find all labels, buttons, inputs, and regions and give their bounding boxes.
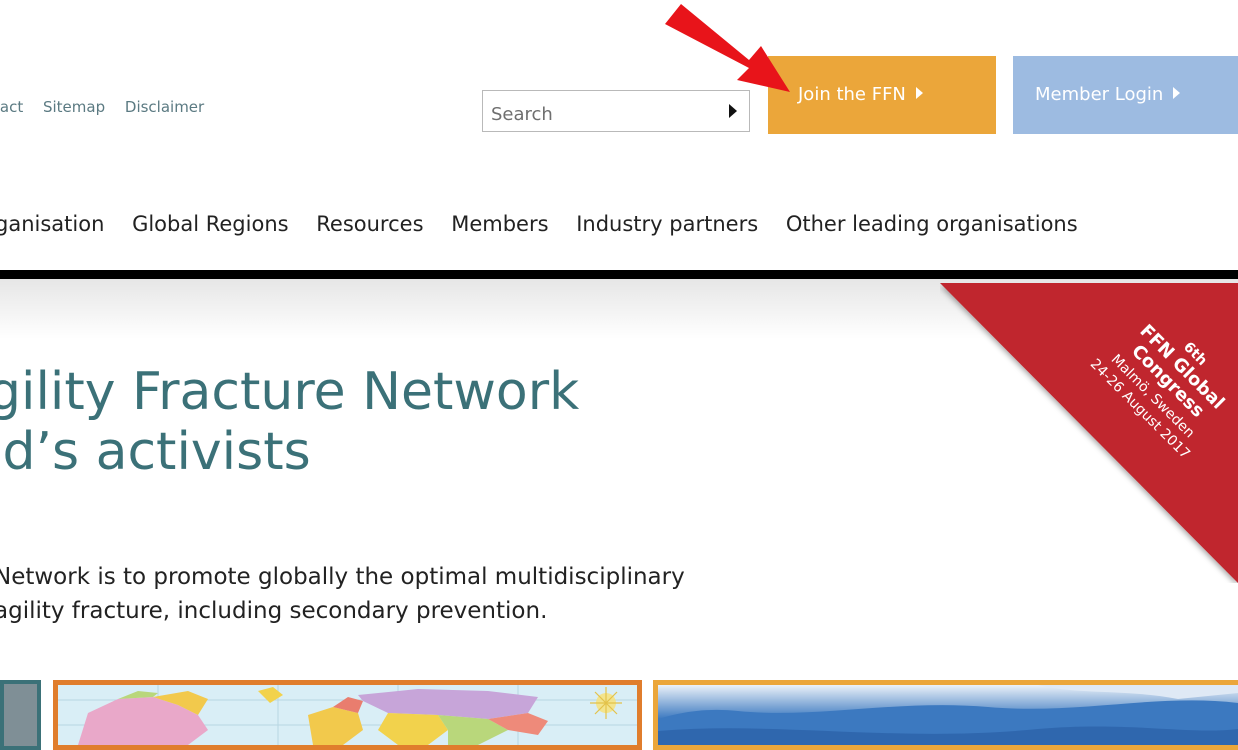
world-map-tile[interactable]: [53, 680, 642, 750]
hero-title: gility Fracture Network ld’s activists: [0, 362, 579, 482]
tile-left[interactable]: [0, 680, 41, 750]
congress-ribbon[interactable]: 6th FFN Global Congress Malmö, Sweden 24…: [940, 283, 1238, 583]
main-nav: ganisation Global Regions Resources Memb…: [0, 212, 1099, 236]
member-login-label: Member Login: [1035, 84, 1164, 105]
search-submit-icon[interactable]: [729, 104, 737, 118]
nav-item-global-regions[interactable]: Global Regions: [132, 212, 289, 236]
chevron-right-icon: [915, 87, 923, 99]
nav-item-organisation[interactable]: ganisation: [0, 212, 104, 236]
photo-image: [658, 685, 1238, 745]
utility-links: tact Sitemap Disclaimer: [0, 98, 219, 116]
page: tact Sitemap Disclaimer Join the FFN Mem…: [0, 0, 1238, 750]
contact-link[interactable]: tact: [0, 98, 23, 116]
photo-tile[interactable]: [653, 680, 1238, 750]
nav-item-other-organisations[interactable]: Other leading organisations: [786, 212, 1078, 236]
join-ffn-label: Join the FFN: [798, 84, 906, 105]
nav-item-industry-partners[interactable]: Industry partners: [576, 212, 758, 236]
annotation-arrow-icon: [665, 4, 790, 92]
hero-title-line-1: gility Fracture Network: [0, 362, 580, 422]
hero-mission-text: Network is to promote globally the optim…: [0, 560, 685, 628]
world-map-image: [58, 685, 637, 745]
member-login-button[interactable]: Member Login: [1013, 56, 1238, 134]
chevron-right-icon: [1173, 87, 1181, 99]
disclaimer-link[interactable]: Disclaimer: [125, 98, 204, 116]
sitemap-link[interactable]: Sitemap: [43, 98, 105, 116]
hero-text-line-2: agility fracture, including secondary pr…: [0, 598, 548, 624]
nav-item-members[interactable]: Members: [451, 212, 548, 236]
hero-text-line-1: Network is to promote globally the optim…: [0, 564, 685, 590]
nav-item-resources[interactable]: Resources: [316, 212, 423, 236]
nav-divider: [0, 270, 1238, 279]
hero-title-line-2: ld’s activists: [0, 422, 311, 482]
